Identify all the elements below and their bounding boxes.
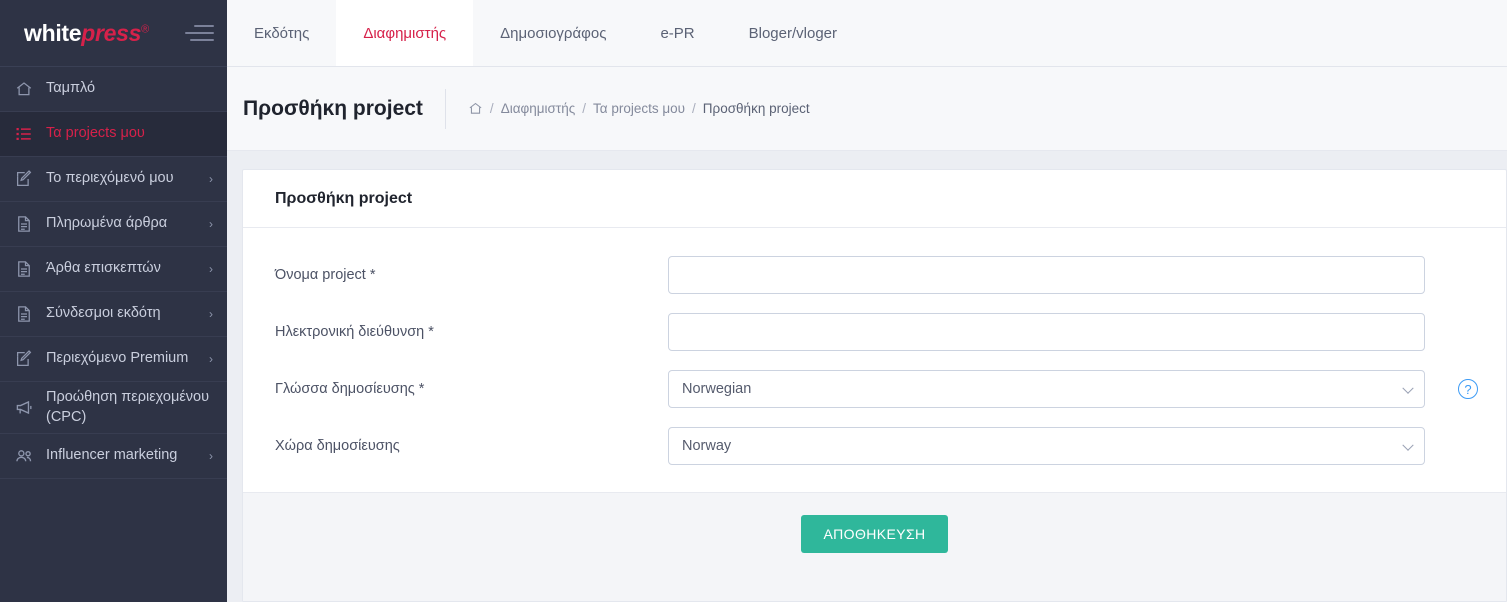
sidebar-item-label: Influencer marketing <box>46 447 178 464</box>
project-name-input[interactable] <box>668 256 1425 294</box>
sidebar-item-label: Τα projects μου <box>46 125 145 142</box>
sidebar-item-my-content[interactable]: Το περιεχόμενό μου › <box>0 157 227 202</box>
top-tab-bar: Εκδότης Διαφημιστής Δημοσιογράφος e-PR B… <box>227 0 1507 67</box>
chevron-right-icon: › <box>209 449 213 464</box>
card-title: Προσθήκη project <box>243 170 1506 228</box>
add-project-card: Προσθήκη project Όνομα project * Ηλεκτρο… <box>242 169 1507 602</box>
sidebar-item-label: Προώθηση περιεχομένου (CPC) <box>46 389 210 425</box>
hamburger-line <box>184 32 214 34</box>
edit-icon <box>12 170 36 188</box>
sidebar-item-label: Άρθα επισκεπτών <box>46 260 161 277</box>
chevron-right-icon: › <box>209 216 213 231</box>
field-row-project-name: Όνομα project * <box>275 256 1474 294</box>
tab-e-pr[interactable]: e-PR <box>633 0 721 66</box>
sidebar-item-content-promotion-cpc[interactable]: Προώθηση περιεχομένου (CPC) <box>0 382 227 435</box>
logo-press-text: press <box>81 19 142 46</box>
sidebar-item-label: Περιεχόμενο Premium <box>46 350 189 367</box>
document-icon <box>12 215 36 233</box>
breadcrumb-home-icon[interactable] <box>468 101 483 116</box>
breadcrumb-item-my-projects[interactable]: Τα projects μου <box>593 101 685 116</box>
content-area: Προσθήκη project Όνομα project * Ηλεκτρο… <box>227 151 1507 602</box>
label-project-name: Όνομα project * <box>275 267 376 283</box>
sidebar-item-paid-articles[interactable]: Πληρωμένα άρθρα › <box>0 202 227 247</box>
field-row-email: Ηλεκτρονική διεύθυνση * <box>275 313 1474 351</box>
hamburger-line <box>189 39 214 41</box>
sidebar-item-my-projects[interactable]: Τα projects μου <box>0 112 227 157</box>
sidebar-item-dashboard[interactable]: Ταμπλό <box>0 67 227 112</box>
sidebar-nav: Ταμπλό Τα projects μου Το περιεχόμενό μο… <box>0 67 227 602</box>
control-publication-language: Norwegian ? <box>668 370 1478 408</box>
breadcrumb-item-current: Προσθήκη project <box>702 101 810 116</box>
sidebar-item-premium-content[interactable]: Περιεχόμενο Premium › <box>0 337 227 382</box>
sidebar-item-influencer-marketing[interactable]: Influencer marketing › <box>0 434 227 480</box>
chevron-right-icon: › <box>209 306 213 321</box>
sidebar-item-label: Πληρωμένα άρθρα <box>46 215 168 232</box>
hamburger-icon[interactable] <box>184 22 214 44</box>
main-area: Εκδότης Διαφημιστής Δημοσιογράφος e-PR B… <box>227 0 1507 602</box>
label-publication-country: Χώρα δημοσίευσης <box>275 438 400 454</box>
hamburger-line <box>193 25 214 27</box>
sidebar-brand: whitepress® <box>0 0 227 67</box>
field-row-publication-language: Γλώσσα δημοσίευσης * Norwegian ? <box>275 370 1478 408</box>
list-icon <box>12 125 36 143</box>
label-email: Ηλεκτρονική διεύθυνση * <box>275 324 434 340</box>
card-footer: ΑΠΟΘΗΚΕΥΣΗ <box>243 492 1506 601</box>
publication-language-value: Norwegian <box>682 381 752 397</box>
users-icon <box>12 447 36 466</box>
logo-white-text: white <box>24 19 82 46</box>
save-button[interactable]: ΑΠΟΘΗΚΕΥΣΗ <box>801 515 948 553</box>
tab-dimosiografos[interactable]: Δημοσιογράφος <box>473 0 633 66</box>
help-icon[interactable]: ? <box>1458 379 1478 399</box>
tab-bloger-vloger[interactable]: Bloger/vloger <box>722 0 864 66</box>
page-header: Προσθήκη project / Διαφημιστής / Τα proj… <box>227 67 1507 151</box>
sidebar-item-publisher-links[interactable]: Σύνδεσμοι εκδότη › <box>0 292 227 337</box>
publication-country-select[interactable]: Norway <box>668 427 1425 465</box>
publication-country-value: Norway <box>682 438 732 454</box>
email-input[interactable] <box>668 313 1425 351</box>
breadcrumb-separator: / <box>692 101 696 116</box>
sidebar-item-label: Το περιεχόμενό μου <box>46 170 174 187</box>
chevron-down-icon <box>1402 382 1414 394</box>
chevron-right-icon: › <box>209 261 213 276</box>
breadcrumb-separator: / <box>489 101 494 116</box>
control-publication-country: Norway <box>668 427 1425 465</box>
sidebar-filler <box>0 479 227 602</box>
control-email <box>668 313 1425 351</box>
sidebar-item-guest-articles[interactable]: Άρθα επισκεπτών › <box>0 247 227 292</box>
document-icon <box>12 260 36 278</box>
sidebar: whitepress® Ταμπλό Τα projects μου Το πε… <box>0 0 227 602</box>
edit-icon <box>12 350 36 368</box>
home-icon <box>12 80 36 98</box>
tab-diafimistis[interactable]: Διαφημιστής <box>336 0 474 66</box>
sidebar-item-label: Ταμπλό <box>46 80 96 97</box>
field-row-publication-country: Χώρα δημοσίευσης Norway <box>275 427 1474 465</box>
label-publication-language: Γλώσσα δημοσίευσης * <box>275 381 425 397</box>
breadcrumb-separator: / <box>582 101 586 116</box>
publication-language-select[interactable]: Norwegian <box>668 370 1425 408</box>
tab-ekdotis[interactable]: Εκδότης <box>227 0 336 66</box>
logo-registered-mark: ® <box>141 22 149 35</box>
chevron-down-icon <box>1402 439 1414 451</box>
control-project-name <box>668 256 1425 294</box>
document-icon <box>12 305 36 323</box>
chevron-right-icon: › <box>209 351 213 366</box>
page-title: Προσθήκη project <box>243 88 446 129</box>
breadcrumb: / Διαφημιστής / Τα projects μου / Προσθή… <box>468 101 810 116</box>
sidebar-item-label: Σύνδεσμοι εκδότη <box>46 305 161 322</box>
whitepress-logo[interactable]: whitepress® <box>24 20 149 47</box>
chevron-right-icon: › <box>209 171 213 186</box>
breadcrumb-item-diafimistis[interactable]: Διαφημιστής <box>501 101 576 116</box>
add-project-form: Όνομα project * Ηλεκτρονική διεύθυνση * … <box>243 228 1506 492</box>
megaphone-icon <box>12 398 36 417</box>
app-root: whitepress® Ταμπλό Τα projects μου Το πε… <box>0 0 1507 602</box>
